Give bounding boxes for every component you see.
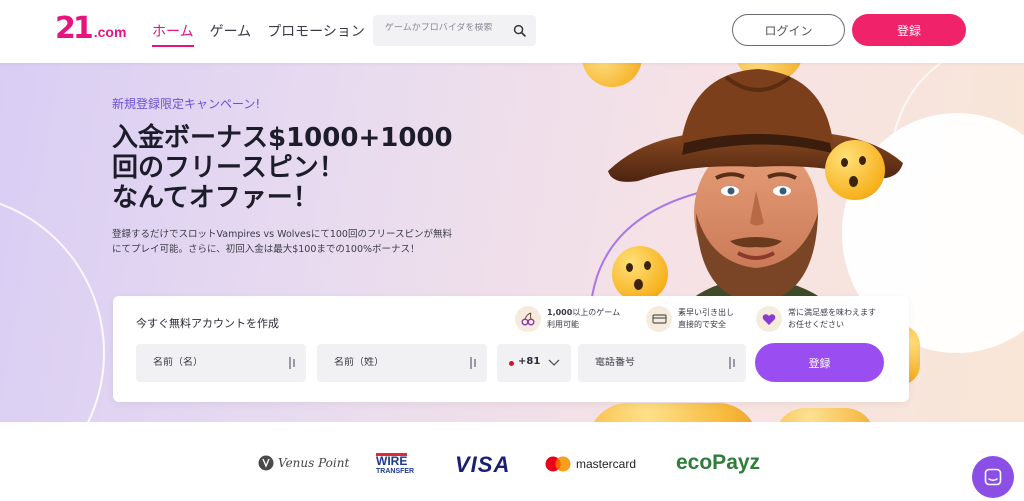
search-input[interactable] [385, 23, 505, 33]
hero-title: 入金ボーナス$1000+1000 回のフリースピン！ なんてオファー！ [112, 123, 512, 213]
hero-description: 登録するだけでスロットVampires vs Wolvesにて100回のフリース… [112, 229, 452, 255]
login-button[interactable]: ログイン [732, 14, 845, 46]
logo-suffix: .com [93, 24, 127, 40]
japan-flag-icon [509, 361, 514, 366]
wire-transfer-logo: WIRE TRANSFER [376, 453, 414, 476]
autofill-key-icon[interactable] [287, 356, 297, 370]
hero-banner: 新規登録限定キャンペーン! 入金ボーナス$1000+1000 回のフリースピン！… [0, 63, 1024, 422]
mastercard-text: mastercard [576, 457, 637, 471]
first-name-input[interactable] [153, 357, 273, 368]
feature-text: 1,000以上のゲーム 利用可能 [547, 307, 620, 331]
mastercard-logo: mastercard [544, 456, 636, 472]
feature-line: 直接的で安全 [678, 320, 726, 329]
feature-line: お任せください [788, 320, 844, 329]
ecopayz-logo: ecoPayz [676, 451, 760, 475]
feature-bold: 1,000 [547, 308, 573, 317]
phone-field [578, 344, 746, 382]
decorative-ring [0, 193, 105, 422]
surprised-emoji [825, 140, 885, 200]
heart-icon [756, 306, 782, 332]
last-name-input[interactable] [334, 357, 454, 368]
chevron-down-icon [548, 359, 560, 366]
last-name-field [317, 344, 487, 382]
signup-title: 今すぐ無料アカウントを作成 [136, 317, 279, 330]
site-logo[interactable]: 21 .com [55, 14, 126, 44]
feature-line: 素早い引き出し [678, 308, 734, 317]
venus-point-logo: Venus Point [258, 455, 349, 471]
nav-promotions[interactable]: プロモーション [267, 21, 365, 47]
feature-line: 常に満足感を味わえます [788, 308, 876, 317]
hero-title-line: 入金ボーナス$1000+1000 [112, 123, 453, 153]
country-code-select[interactable]: +81 [497, 344, 571, 382]
visa-text: VISA [455, 452, 511, 477]
chat-support-button[interactable] [972, 456, 1014, 498]
first-name-field [136, 344, 306, 382]
nav-games[interactable]: ゲーム [210, 21, 252, 47]
feature-satisfaction: 常に満足感を味わえます お任せください [756, 306, 876, 332]
logo-mark: 21 [55, 11, 94, 46]
venus-point-icon [258, 455, 274, 471]
signup-card: 今すぐ無料アカウントを作成 1,000以上のゲーム 利用可能 素早い引き出し 直… [113, 296, 909, 402]
search-box [373, 15, 536, 46]
register-button[interactable]: 登録 [852, 14, 966, 46]
autofill-key-icon[interactable] [727, 356, 737, 370]
feature-line: 利用可能 [547, 320, 579, 329]
search-icon[interactable] [513, 24, 526, 37]
mastercard-icon [545, 456, 571, 472]
surprised-emoji [612, 246, 668, 302]
phone-input[interactable] [595, 357, 715, 368]
signup-register-button[interactable]: 登録 [755, 343, 884, 382]
emoji-decoration [775, 408, 875, 422]
nav-home[interactable]: ホーム [152, 21, 194, 47]
venus-point-text: Venus Point [278, 456, 350, 470]
payment-methods: Venus Point WIRE TRANSFER VISA mastercar… [0, 422, 1024, 501]
site-header: 21 .com ホーム ゲーム プロモーション ログイン 登録 [0, 0, 1024, 63]
feature-games: 1,000以上のゲーム 利用可能 [515, 306, 620, 332]
hero-title-line: 回のフリースピン！ [112, 153, 345, 183]
ecopayz-text: ecoPayz [676, 451, 761, 474]
feature-text: 素早い引き出し 直接的で安全 [678, 307, 734, 331]
country-code-value: +81 [518, 356, 541, 367]
wire-text: WIRE [376, 453, 408, 468]
transfer-text: TRANSFER [376, 468, 415, 475]
feature-withdrawal: 素早い引き出し 直接的で安全 [646, 306, 734, 332]
feature-line: 以上のゲーム [572, 308, 621, 317]
main-nav: ホーム ゲーム プロモーション [152, 21, 365, 47]
visa-logo: VISA [455, 452, 510, 478]
emoji-decoration [588, 403, 758, 422]
autofill-key-icon[interactable] [468, 356, 478, 370]
campaign-tag: 新規登録限定キャンペーン! [112, 97, 261, 111]
hero-title-line: なんてオファー！ [112, 183, 319, 213]
cherries-icon [515, 306, 541, 332]
feature-text: 常に満足感を味わえます お任せください [788, 307, 876, 331]
card-icon [646, 306, 672, 332]
chat-icon [984, 468, 1002, 486]
